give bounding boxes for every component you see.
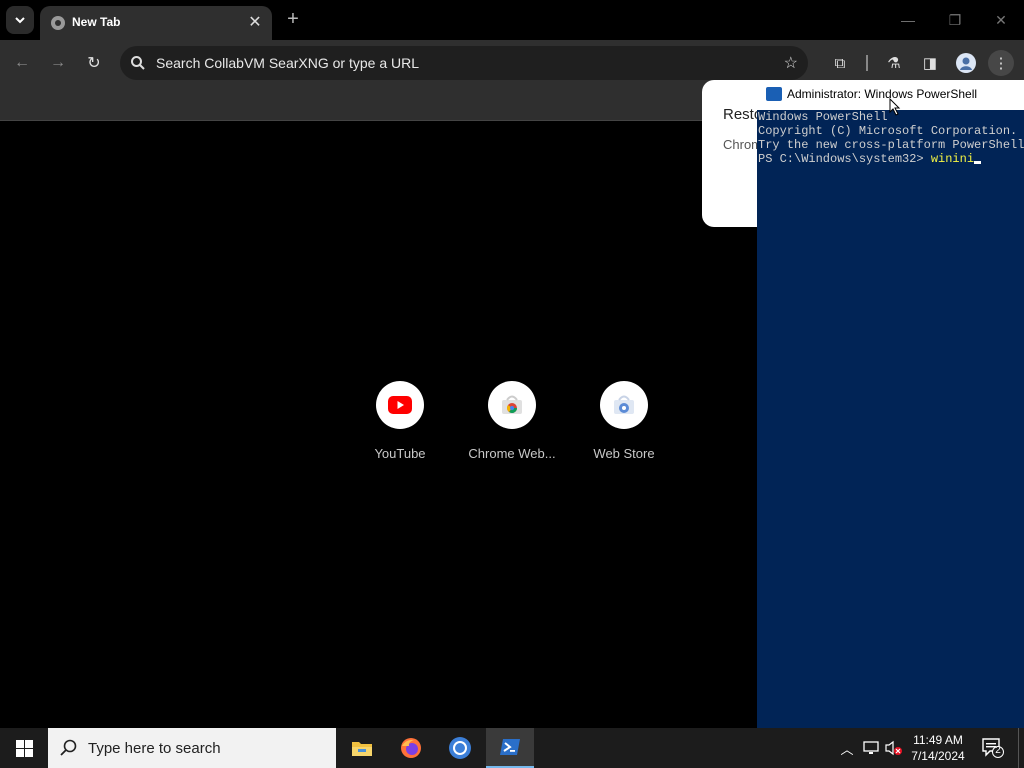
taskbar-powershell[interactable] <box>486 728 534 768</box>
web-store-icon <box>614 395 634 414</box>
chrome-icon <box>449 737 471 759</box>
shortcut-web-store[interactable]: Web Store <box>576 381 672 461</box>
labs-flask-icon[interactable]: ⚗ <box>881 50 907 76</box>
mouse-pointer-icon <box>889 98 901 116</box>
show-hidden-icons-chevron-icon[interactable]: ︿ <box>838 738 856 758</box>
taskbar-search-placeholder: Type here to search <box>88 740 221 757</box>
shortcut-label: Web Store <box>593 446 655 461</box>
start-button[interactable] <box>0 728 48 768</box>
shortcut-label: YouTube <box>374 446 426 461</box>
omnibox[interactable]: Search CollabVM SearXNG or type a URL ☆ <box>120 46 808 80</box>
console-line: Copyright (C) Microsoft Corporation. A <box>758 124 1024 138</box>
console-line: Try the new cross-platform PowerShell <box>758 138 1024 152</box>
toolbar-divider <box>866 55 868 71</box>
file-explorer-icon <box>352 742 372 756</box>
powershell-icon <box>766 87 782 101</box>
console-prompt: PS C:\Windows\system32> <box>758 152 931 166</box>
taskbar-firefox[interactable] <box>387 728 435 768</box>
powershell-window[interactable]: Administrator: Windows PowerShell Window… <box>757 80 1024 728</box>
search-icon <box>131 56 145 70</box>
back-button[interactable]: ← <box>9 50 35 76</box>
taskbar-chrome[interactable] <box>436 728 484 768</box>
text-cursor <box>974 161 982 164</box>
forward-button[interactable]: → <box>45 50 71 76</box>
tab-title: New Tab <box>72 15 121 29</box>
powershell-console[interactable]: Windows PowerShell Copyright (C) Microsof… <box>758 110 1024 166</box>
tab-strip: New Tab ✕ + — ❐ ✕ <box>0 0 1024 40</box>
taskbar-file-explorer[interactable] <box>338 728 386 768</box>
restore-button[interactable]: ❐ <box>943 8 967 32</box>
clock-time: 11:49 AM <box>913 733 963 747</box>
notification-center-button[interactable]: 2 <box>982 738 1004 758</box>
omnibox-placeholder: Search CollabVM SearXNG or type a URL <box>156 55 419 71</box>
taskbar: Type here to search ︿ 11:49 AM 7/14/2024… <box>0 728 1024 768</box>
tab-new-tab[interactable]: New Tab ✕ <box>40 6 272 40</box>
tab-search-button[interactable] <box>6 6 34 34</box>
network-icon[interactable] <box>862 738 880 758</box>
profile-avatar-icon[interactable] <box>953 50 979 76</box>
shortcut-youtube[interactable]: YouTube <box>352 381 448 461</box>
close-window-button[interactable]: ✕ <box>989 8 1013 32</box>
notification-count: 2 <box>995 745 1001 756</box>
shortcut-label: Chrome Web... <box>468 446 556 461</box>
windows-logo-icon <box>15 739 33 757</box>
new-tab-button[interactable]: + <box>282 8 304 30</box>
clock-date: 7/14/2024 <box>911 749 965 763</box>
powershell-icon <box>500 739 520 755</box>
extensions-icon[interactable]: ⧉ <box>827 50 853 76</box>
bookmark-star-icon[interactable]: ☆ <box>784 53 798 73</box>
shortcut-tile <box>376 381 424 429</box>
shortcut-tile <box>600 381 648 429</box>
console-command: winini <box>930 152 975 166</box>
side-panel-icon[interactable]: ◨ <box>917 50 943 76</box>
chevron-down-icon <box>15 17 25 24</box>
taskbar-search-box[interactable]: Type here to search <box>48 728 336 768</box>
search-icon <box>60 739 77 756</box>
minimize-button[interactable]: — <box>896 8 920 32</box>
close-tab-icon[interactable]: ✕ <box>246 13 264 31</box>
volume-muted-icon[interactable] <box>885 738 903 758</box>
shortcut-tile <box>488 381 536 429</box>
taskbar-clock[interactable]: 11:49 AM 7/14/2024 <box>906 732 970 764</box>
chrome-web-store-icon <box>502 395 522 414</box>
powershell-title: Administrator: Windows PowerShell <box>787 87 978 101</box>
reload-button[interactable]: ↻ <box>81 50 107 76</box>
firefox-icon <box>401 738 421 758</box>
menu-kebab-icon[interactable]: ⋮ <box>988 50 1014 76</box>
globe-icon <box>51 16 65 30</box>
shortcut-chrome-web-store[interactable]: Chrome Web... <box>464 381 560 461</box>
youtube-icon <box>388 396 412 414</box>
show-desktop-button[interactable] <box>1018 728 1024 768</box>
console-prompt-line: PS C:\Windows\system32> winini <box>758 152 1024 166</box>
